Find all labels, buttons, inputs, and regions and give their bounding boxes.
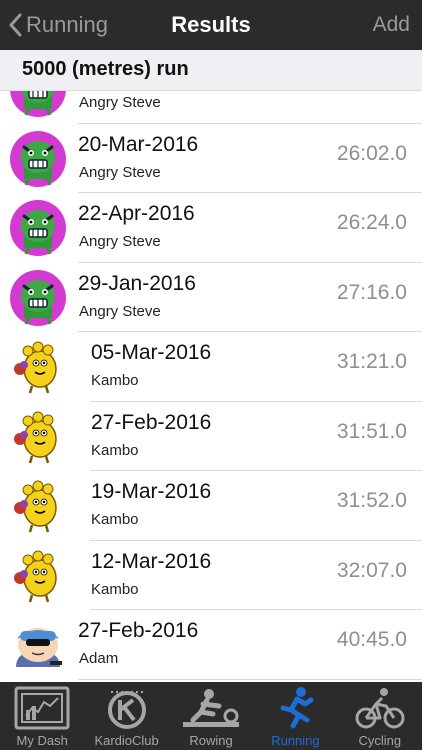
tab-kardioclub[interactable]: KardioClub bbox=[84, 682, 168, 750]
kambo-avatar bbox=[10, 478, 66, 534]
result-date: 12-Mar-2016 bbox=[91, 549, 212, 573]
kambo-avatar bbox=[10, 548, 66, 604]
results-list[interactable]: 20-Apr-2016Angry Steve25:52.020-Mar-2016… bbox=[0, 90, 422, 682]
chevron-left-icon bbox=[9, 13, 22, 37]
result-date: 29-Jan-2016 bbox=[78, 271, 196, 295]
tab-label: Running bbox=[271, 733, 320, 748]
result-row[interactable]: 22-Apr-2016 Angry Steve 26:24.0 bbox=[0, 193, 422, 263]
result-athlete-name: Adam bbox=[79, 650, 119, 667]
kardioclub-icon bbox=[107, 691, 146, 729]
kambo-avatar bbox=[10, 339, 66, 395]
result-time: 31:21.0 bbox=[336, 350, 407, 373]
result-athlete-name: Kambo bbox=[91, 441, 139, 459]
tab-label: Cycling bbox=[358, 733, 402, 748]
tab-rowing[interactable]: Rowing bbox=[169, 682, 253, 750]
adam-avatar bbox=[10, 617, 66, 673]
navigation-bar: Running Results Add bbox=[0, 0, 422, 50]
result-time: 26:02.0 bbox=[336, 141, 407, 165]
tab-bar: My Dash KardioClub Rowing Running Cyclin… bbox=[0, 682, 422, 750]
result-row[interactable]: 20-Mar-2016 Angry Steve 26:02.0 bbox=[0, 124, 422, 193]
page-title: Results bbox=[171, 12, 251, 37]
dashboard-icon bbox=[14, 686, 70, 730]
result-time: 31:52.0 bbox=[336, 489, 407, 512]
tab-label: Rowing bbox=[189, 733, 233, 748]
result-row[interactable]: 20-Apr-2016Angry Steve25:52.0 bbox=[0, 90, 422, 124]
result-time: 32:07.0 bbox=[336, 558, 407, 582]
result-date: 19-Mar-2016 bbox=[91, 480, 212, 503]
result-date: 27-Feb-2016 bbox=[91, 410, 212, 434]
angry-steve-avatar bbox=[10, 200, 66, 256]
result-athlete-name: Angry Steve bbox=[79, 302, 161, 320]
angry-steve-avatar bbox=[10, 90, 66, 117]
result-athlete-name: Kambo bbox=[91, 372, 139, 389]
result-time: 26:24.0 bbox=[336, 211, 407, 234]
cycling-icon bbox=[355, 688, 405, 729]
tab-label: KardioClub bbox=[94, 733, 159, 748]
result-athlete-name: Angry Steve bbox=[79, 163, 161, 181]
result-date: 20-Mar-2016 bbox=[78, 132, 199, 156]
section-header-label: 5000 (metres) run bbox=[22, 58, 189, 80]
result-row[interactable]: 27-Feb-2016 Adam 40:45.0 bbox=[0, 610, 422, 680]
result-row[interactable]: 27-Feb-2016 Kambo 31:51.0 bbox=[0, 402, 422, 471]
result-athlete-name: Angry Steve bbox=[79, 94, 161, 111]
angry-steve-avatar bbox=[10, 269, 66, 326]
tab-cycling[interactable]: Cycling bbox=[338, 682, 422, 750]
section-header: 5000 (metres) run bbox=[0, 50, 422, 90]
result-athlete-name: Kambo bbox=[91, 511, 139, 528]
kambo-avatar bbox=[10, 409, 66, 465]
tab-label: My Dash bbox=[16, 733, 68, 748]
result-row[interactable]: 29-Jan-2016 Angry Steve 27:16.0 bbox=[0, 263, 422, 332]
rowing-icon bbox=[183, 689, 240, 727]
row-separator bbox=[78, 678, 422, 680]
back-button-label: Running bbox=[26, 12, 108, 37]
result-date: 27-Feb-2016 bbox=[78, 619, 199, 642]
tab-running[interactable]: Running bbox=[253, 682, 337, 750]
tab-my-dash[interactable]: My Dash bbox=[0, 682, 84, 750]
result-athlete-name: Angry Steve bbox=[79, 233, 161, 250]
result-date: 22-Apr-2016 bbox=[78, 202, 195, 225]
result-time: 27:16.0 bbox=[336, 280, 407, 304]
result-row[interactable]: 05-Mar-2016 Kambo 31:21.0 bbox=[0, 332, 422, 402]
result-row[interactable]: 19-Mar-2016 Kambo 31:52.0 bbox=[0, 471, 422, 541]
add-button[interactable]: Add bbox=[373, 6, 410, 44]
result-date: 05-Mar-2016 bbox=[91, 341, 212, 364]
result-time: 31:51.0 bbox=[336, 419, 407, 443]
result-time: 40:45.0 bbox=[336, 628, 407, 651]
result-row[interactable]: 12-Mar-2016 Kambo 32:07.0 bbox=[0, 541, 422, 610]
running-icon bbox=[280, 687, 314, 729]
result-time: 25:52.0 bbox=[337, 90, 407, 96]
angry-steve-avatar bbox=[10, 130, 66, 187]
back-button[interactable]: Running bbox=[8, 6, 108, 44]
result-athlete-name: Kambo bbox=[91, 580, 139, 598]
